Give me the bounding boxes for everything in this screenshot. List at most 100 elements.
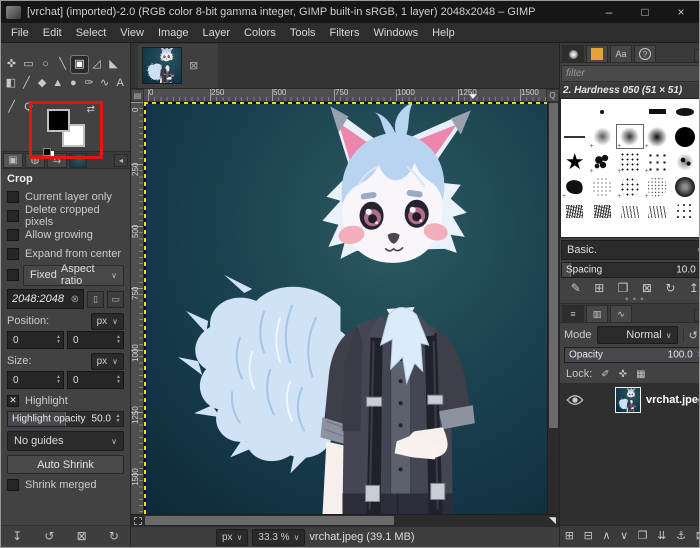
tab-patterns[interactable] [586,45,608,62]
shrink-merged-checkbox[interactable] [7,478,19,491]
open-brush-as-image-icon[interactable]: ↥ [689,282,699,294]
menu-windows[interactable]: Windows [366,25,425,41]
image-tab[interactable]: ⊠ [138,43,218,88]
highlight-checkbox[interactable]: ✕ [7,394,19,407]
brush-texture4[interactable] [671,199,699,224]
restore-tool-preset-icon[interactable]: ↺ [44,530,54,542]
layer-mode-dropdown[interactable]: Normal ∨ [596,326,678,344]
spinner-arrows-icon[interactable]: ▲▼ [56,374,63,386]
layer-row[interactable]: vrchat.jpeg [560,384,699,416]
brush-filter-input[interactable]: filter ∨ [561,65,699,82]
menu-edit[interactable]: Edit [36,25,69,41]
tab-channels[interactable]: ▥ [586,305,608,322]
brush-texture2[interactable] [616,174,644,200]
tab-help[interactable]: ? [634,45,656,62]
size-width-field[interactable]: 0 ▲ ▼ [7,371,64,389]
layer-name[interactable]: vrchat.jpeg [646,394,699,406]
brush-blob[interactable] [561,174,589,200]
tab-fonts[interactable]: Aa [610,45,632,62]
brush-soft[interactable] [589,124,617,150]
checkbox[interactable] [7,228,19,241]
brush-splat4[interactable] [671,149,699,174]
horizontal-scrollbar[interactable] [144,515,546,526]
lock-alpha-icon[interactable]: ▦ [636,369,645,380]
brush-star[interactable] [561,149,589,174]
checkbox[interactable] [7,247,19,260]
anchor-layer-icon[interactable]: ⚓ [676,531,686,542]
menu-file[interactable]: File [4,25,36,41]
eraser-tool-icon[interactable]: ◆ [34,75,50,92]
highlight-row[interactable]: ✕ Highlight [1,391,130,410]
spinner-arrows-icon[interactable]: ▲▼ [116,334,123,346]
brush-scribble[interactable] [616,199,644,224]
brush-bar[interactable] [644,99,672,124]
menu-view[interactable]: View [113,25,151,41]
unified-transform-tool-icon[interactable]: ◿ [88,56,105,73]
brush-dot[interactable] [589,99,617,124]
close-image-icon[interactable]: ⊠ [189,59,198,72]
dock-menu-arrow-icon[interactable]: ◂ [114,153,128,167]
checkbox[interactable] [7,209,19,222]
fixed-checkbox[interactable] [7,269,19,281]
brush-texture3[interactable] [644,174,672,200]
delete-layer-icon[interactable]: ⊠ [696,531,699,542]
size-height-field[interactable]: 0 ▲ ▼ [67,371,124,389]
tab-layers[interactable]: ≡ [562,305,584,322]
brush-soft-selected[interactable] [616,124,644,150]
smudge-tool-icon[interactable]: ✑ [81,75,97,92]
position-unit-dropdown[interactable]: px ∨ [90,312,124,330]
brush-scribble2[interactable] [644,199,672,224]
default-colors-icon[interactable] [43,148,51,156]
raise-layer-icon[interactable]: ∧ [602,531,610,542]
maximize-button[interactable]: □ [627,1,663,23]
guides-dropdown[interactable]: No guides ∨ [7,431,124,451]
dock-menu-arrow-icon[interactable]: ◂ [693,49,699,62]
brush-circle[interactable] [671,124,699,149]
shrink-merged-row[interactable]: Shrink merged [1,475,130,494]
refresh-brushes-icon[interactable]: ↻ [665,282,675,294]
position-x-field[interactable]: 0 ▲ ▼ [7,331,64,349]
fixed-mode-button[interactable]: Fixed Aspect ratio ∨ [23,263,124,287]
brush-splat3[interactable] [644,149,672,175]
brush-splat[interactable] [589,149,617,175]
edit-brush-icon[interactable]: ✎ [571,282,581,294]
position-y-field[interactable]: 0 ▲ ▼ [67,331,124,349]
brush-chalk[interactable] [561,199,589,224]
save-tool-preset-icon[interactable]: ↧ [12,530,22,542]
foreground-color-swatch[interactable] [47,109,70,132]
minimize-button[interactable]: – [591,1,627,23]
horizontal-scrollbar-thumb[interactable] [145,516,395,525]
lower-layer-icon[interactable]: ∨ [620,531,628,542]
zoom-tool-icon[interactable]: Q [20,99,37,116]
brush-soft-dark[interactable] [644,124,672,150]
brush-ellipse[interactable] [671,99,699,124]
airbrush-tool-icon[interactable]: ▲ [50,75,66,92]
unit-dropdown[interactable]: px ∨ [216,528,249,546]
clone-tool-icon[interactable]: ● [66,75,82,92]
ink-tool-icon[interactable]: ╱ [3,99,20,116]
tab-brushes[interactable] [562,45,584,62]
tab-paths[interactable]: ∿ [610,305,632,322]
zoom-dropdown[interactable]: 33.3 % ∨ [252,528,306,546]
size-unit-dropdown[interactable]: px ∨ [90,352,124,370]
spinner-arrows-icon[interactable]: ▲▼ [116,374,123,386]
vertical-scrollbar[interactable] [547,102,559,514]
move-tool-icon[interactable]: ✜ [3,56,20,73]
delete-tool-preset-icon[interactable]: ⊠ [77,530,87,542]
spinner-arrows-icon[interactable]: ▲▼ [56,334,63,346]
brush-splat2[interactable] [616,149,644,175]
brush-texture[interactable] [589,174,617,199]
checkbox[interactable] [7,190,19,203]
menu-select[interactable]: Select [69,25,114,41]
gradient-tool-icon[interactable]: ◣ [105,56,122,73]
bucket-fill-tool-icon[interactable]: ◧ [3,75,19,92]
crop-option-1[interactable]: Delete cropped pixels [1,204,130,228]
duplicate-layer-icon[interactable]: ❐ [638,531,648,542]
rectangle-select-tool-icon[interactable]: ▭ [20,56,37,73]
aspect-ratio-input[interactable]: 2048:2048 ⊗ [7,289,84,309]
duplicate-brush-icon[interactable]: ❐ [618,282,629,294]
menu-filters[interactable]: Filters [323,25,367,41]
canvas-viewport[interactable] [144,102,547,514]
crop-option-3[interactable]: Expand from center [1,244,130,263]
lock-position-icon[interactable]: ✜ [619,369,627,380]
